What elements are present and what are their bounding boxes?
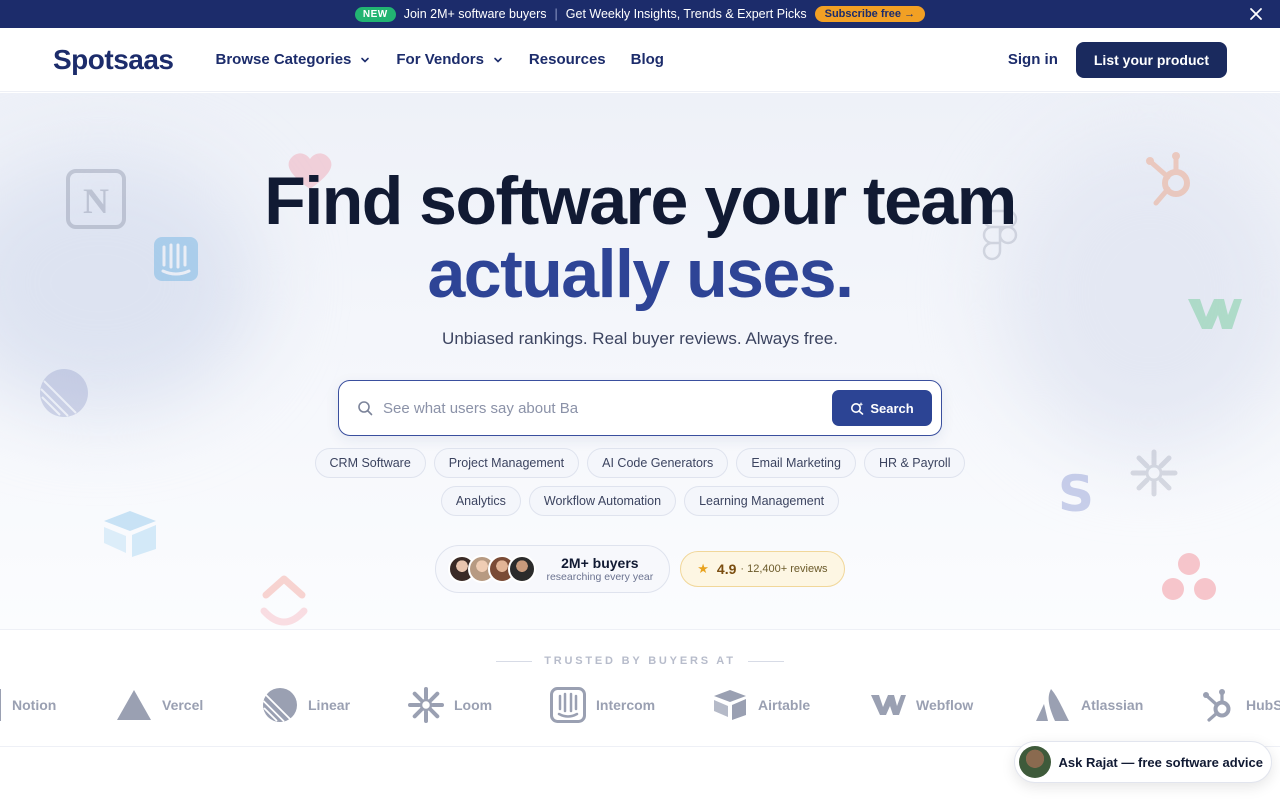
nav-item-label: Resources	[528, 51, 606, 68]
logo-label: Atlassian	[1081, 697, 1144, 713]
sparkle-search-icon	[851, 402, 864, 415]
new-badge: NEW	[354, 6, 396, 22]
avatar	[508, 555, 537, 583]
nav-browse-categories[interactable]: Browse Categories	[216, 51, 372, 68]
chip-project-management[interactable]: Project Management	[433, 448, 580, 478]
sign-in-link[interactable]: Sign in	[1008, 51, 1058, 68]
subscribe-button[interactable]: Subscribe free →	[814, 6, 926, 22]
nav-actions: Sign in List your product	[1008, 41, 1227, 78]
logo-label: Loom	[454, 697, 493, 713]
hero-title: Find software your team	[264, 163, 1017, 239]
trusted-section: TRUSTED BY BUYERS AT Notion Vercel Linea…	[0, 629, 1280, 747]
linear-icon	[40, 369, 88, 417]
chip-hr-payroll[interactable]: HR & Payroll	[863, 448, 966, 478]
loom-icon	[408, 687, 444, 723]
nav-item-label: For Vendors	[396, 51, 484, 68]
close-icon[interactable]	[1248, 6, 1264, 22]
notion-icon	[0, 689, 1, 721]
search-icon	[358, 401, 373, 416]
trusted-logo-vercel: Vercel	[116, 686, 203, 724]
logo-label: Linear	[308, 697, 351, 713]
divider-line	[496, 660, 533, 662]
search-button-label: Search	[870, 400, 914, 416]
logo-label: Notion	[12, 697, 57, 713]
chip-crm-software[interactable]: CRM Software	[314, 448, 426, 478]
divider-line	[747, 660, 784, 662]
chip-learning-management[interactable]: Learning Management	[684, 486, 840, 516]
logo-label: Webflow	[916, 697, 974, 713]
search-bar[interactable]: See what users say about Ba Search	[338, 380, 942, 436]
trusted-logo-loom: Loom	[408, 686, 492, 724]
trusted-label: TRUSTED BY BUYERS AT	[0, 655, 1280, 667]
rating-score: 4.9	[716, 561, 737, 577]
chip-workflow-automation[interactable]: Workflow Automation	[528, 486, 677, 516]
hero-title-accent: actually uses.	[427, 236, 854, 312]
nav-item-label: Blog	[630, 51, 664, 68]
airtable-icon	[714, 690, 746, 720]
social-proof: 2M+ buyers researching every year ★ 4.9 …	[0, 545, 1280, 593]
webflow-icon	[871, 695, 906, 715]
advisor-avatar	[1018, 746, 1051, 778]
announcement-divider: |	[554, 7, 558, 21]
nav-resources[interactable]: Resources	[529, 51, 606, 68]
announcement-bar: NEW Join 2M+ software buyers | Get Weekl…	[0, 0, 1280, 28]
logo-label: Airtable	[758, 697, 811, 713]
chip-analytics[interactable]: Analytics	[440, 486, 521, 516]
linear-icon	[262, 688, 297, 723]
logo-label: Intercom	[596, 697, 656, 713]
intercom-icon	[550, 687, 586, 723]
search-input[interactable]: See what users say about Ba	[383, 400, 832, 417]
category-chips: CRM Software Project Management AI Code …	[0, 448, 1280, 516]
rating-badge: ★ 4.9 · 12,400+ reviews	[680, 551, 845, 587]
logo-label: Vercel	[162, 697, 204, 713]
rating-reviews: · 12,400+ reviews	[740, 563, 828, 575]
chip-email-marketing[interactable]: Email Marketing	[736, 448, 856, 478]
buyers-badge: 2M+ buyers researching every year	[435, 545, 671, 593]
atlassian-icon	[1036, 689, 1069, 721]
nav-blog[interactable]: Blog	[631, 51, 664, 68]
trusted-logo-linear: Linear	[262, 686, 350, 724]
spotsaas-logo[interactable]: Spotsaas	[53, 44, 174, 76]
search-button[interactable]: Search	[832, 390, 932, 426]
hero-subtitle: Unbiased rankings. Real buyer reviews. A…	[442, 329, 838, 348]
trusted-logo-intercom: Intercom	[550, 686, 655, 724]
trusted-label-text: TRUSTED BY BUYERS AT	[544, 655, 736, 667]
buyers-text: 2M+ buyers researching every year	[546, 555, 653, 583]
chat-label: Ask Rajat — free software advice	[1058, 754, 1263, 770]
chevron-down-icon	[361, 57, 370, 63]
buyers-count: 2M+ buyers	[561, 555, 639, 571]
vercel-icon	[117, 690, 151, 720]
hero-section: N S Find software your team actually use…	[0, 93, 1280, 629]
trusted-logo-hubspot: HubS	[1200, 686, 1280, 724]
nav-item-label: Browse Categories	[215, 51, 352, 68]
logo-marquee: Notion Vercel Linear Loom Intercom Airta…	[0, 686, 1280, 724]
buyers-caption: researching every year	[546, 571, 654, 583]
star-icon: ★	[697, 561, 709, 576]
announcement-text-secondary: Get Weekly Insights, Trends & Expert Pic…	[565, 7, 807, 21]
announcement-text-primary: Join 2M+ software buyers	[403, 7, 547, 21]
trusted-logo-airtable: Airtable	[712, 686, 810, 724]
chat-widget[interactable]: Ask Rajat — free software advice	[1013, 741, 1272, 783]
chevron-down-icon	[494, 57, 502, 63]
nav-for-vendors[interactable]: For Vendors	[396, 51, 504, 68]
list-product-button[interactable]: List your product	[1075, 41, 1227, 78]
main-nav: Spotsaas Browse Categories For Vendors R…	[0, 28, 1280, 92]
logo-label: HubS	[1246, 697, 1280, 713]
avatar-group	[448, 555, 537, 583]
hubspot-icon	[1203, 689, 1231, 722]
chip-ai-code-generators[interactable]: AI Code Generators	[587, 448, 729, 478]
trusted-logo-webflow: Webflow	[870, 686, 973, 724]
trusted-logo-notion: Notion	[0, 686, 56, 724]
trusted-logo-atlassian: Atlassian	[1035, 686, 1143, 724]
